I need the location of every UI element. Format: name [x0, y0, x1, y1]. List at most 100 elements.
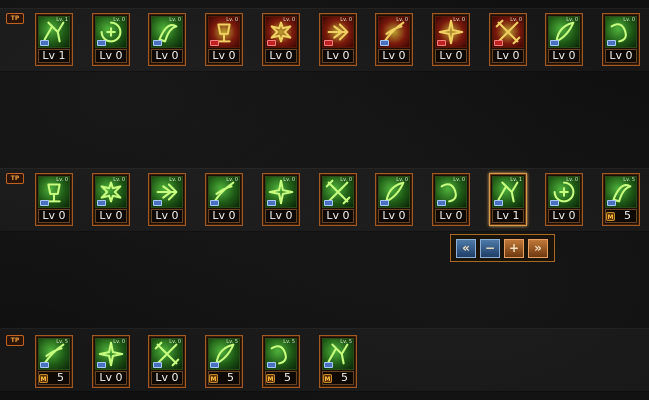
blue-skill-badge-icon	[267, 362, 276, 368]
skill-slot-r2-7[interactable]: Lv. 0 Lv 0	[375, 173, 413, 226]
blue-skill-badge-icon	[607, 200, 616, 206]
skill-level-tag: Lv. 0	[510, 17, 522, 23]
skill-level-label: Lv 0	[95, 371, 127, 385]
skill-slot-r3-5[interactable]: Lv. 55M	[262, 335, 300, 388]
blue-skill-badge-icon	[153, 200, 162, 206]
whirlwind-icon[interactable]: Lv. 0	[208, 176, 240, 208]
skill-level-label: Lv 0	[151, 371, 183, 385]
triple-arrow-icon[interactable]: Lv. 0	[322, 16, 354, 48]
red-skill-badge-icon	[210, 40, 219, 46]
skill-slot-r2-9[interactable]: Lv. 1 Lv 1	[489, 173, 527, 226]
dome-shield-icon[interactable]: Lv. 5	[265, 338, 297, 370]
skill-slot-r2-3[interactable]: Lv. 0 Lv 0	[148, 173, 186, 226]
skill-level-label: Lv 0	[208, 209, 240, 223]
skill-level-tag: Lv. 0	[169, 177, 181, 183]
blue-skill-badge-icon	[267, 200, 276, 206]
spin-kick-icon[interactable]: Lv. 0	[95, 176, 127, 208]
skill-level-label: Lv 0	[322, 49, 354, 63]
skill-slot-r3-2[interactable]: Lv. 0 Lv 0	[92, 335, 130, 388]
skill-slot-r2-5[interactable]: Lv. 0 Lv 0	[262, 173, 300, 226]
uppercut-icon[interactable]: Lv. 0	[95, 338, 127, 370]
blue-skill-badge-icon	[210, 362, 219, 368]
skill-slot-r1-3[interactable]: Lv. 0 Lv 0	[148, 13, 186, 66]
skill-level-tag: Lv. 0	[623, 17, 635, 23]
skill-level-tag: Lv. 0	[56, 177, 68, 183]
red-skill-badge-icon	[324, 40, 333, 46]
skill-slot-r1-10[interactable]: Lv. 0 Lv 0	[545, 13, 583, 66]
skill-slot-r2-6[interactable]: Lv. 0 Lv 0	[319, 173, 357, 226]
shockwave-icon[interactable]: Lv. 0	[151, 338, 183, 370]
skill-slot-r2-10[interactable]: Lv. 0 Lv 0	[545, 173, 583, 226]
skill-level-label: Lv 0	[378, 209, 410, 223]
skill-slot-r3-1[interactable]: Lv. 55M	[35, 335, 73, 388]
cross-slash-icon[interactable]: Lv. 0	[435, 176, 467, 208]
skill-level-label: Lv 0	[435, 209, 467, 223]
blue-skill-badge-icon	[40, 200, 49, 206]
skill-slot-r1-6[interactable]: Lv. 0 Lv 0	[319, 13, 357, 66]
explosion-icon[interactable]: Lv. 0	[435, 16, 467, 48]
skill-level-tag: Lv. 5	[56, 339, 68, 345]
diagonal-slash-icon[interactable]: Lv. 0	[322, 176, 354, 208]
skill-slot-r2-11[interactable]: Lv. 55M	[602, 173, 640, 226]
flame-cup-icon[interactable]: Lv. 0	[208, 16, 240, 48]
skill-slot-r3-3[interactable]: Lv. 0 Lv 0	[148, 335, 186, 388]
skill-level-label: Lv 0	[208, 49, 240, 63]
skill-slot-r2-2[interactable]: Lv. 0 Lv 0	[92, 173, 130, 226]
blue-skill-badge-icon	[40, 362, 49, 368]
skill-slot-r3-6[interactable]: Lv. 55M	[319, 335, 357, 388]
skill-level-tag: Lv. 5	[226, 339, 238, 345]
leaping-figure-icon[interactable]: Lv. 0	[265, 176, 297, 208]
skill-slot-r2-4[interactable]: Lv. 0 Lv 0	[205, 173, 243, 226]
skill-level-tag: Lv. 0	[169, 17, 181, 23]
skill-slot-r3-4[interactable]: Lv. 55M	[205, 335, 243, 388]
blue-skill-badge-icon	[97, 40, 106, 46]
wind-dash-icon[interactable]: Lv. 1	[492, 176, 524, 208]
leaf-blade-icon[interactable]: Lv. 0	[548, 16, 580, 48]
skill-slot-r1-8[interactable]: Lv. 0 Lv 0	[432, 13, 470, 66]
decrease-max-button[interactable]: «	[456, 239, 476, 258]
skill-level-tag: Lv. 1	[56, 17, 68, 23]
skill-level-label: Lv 0	[605, 49, 637, 63]
skill-level-tag: Lv. 0	[396, 17, 408, 23]
mastery-badge-icon: M	[209, 374, 218, 383]
skill-level-tag: Lv. 0	[396, 177, 408, 183]
lunge-figure-icon[interactable]: Lv. 0	[38, 176, 70, 208]
skill-slot-r2-1[interactable]: Lv. 0 Lv 0	[35, 173, 73, 226]
red-skill-badge-icon	[267, 40, 276, 46]
skill-level-tag: Lv. 0	[283, 177, 295, 183]
decrease-button[interactable]: −	[480, 239, 500, 258]
skill-slot-r1-7[interactable]: Lv. 0 Lv 0	[375, 13, 413, 66]
rising-blade-icon[interactable]: Lv. 5	[605, 176, 637, 208]
skill-level-tag: Lv. 0	[169, 339, 181, 345]
skill-slot-r1-2[interactable]: Lv. 0 Lv 0	[92, 13, 130, 66]
aura-burst-icon[interactable]: Lv. 0	[95, 16, 127, 48]
vine-whip-icon[interactable]: Lv. 0	[605, 16, 637, 48]
skull-mask-icon[interactable]: Lv. 0	[151, 176, 183, 208]
light-pillars-icon[interactable]: Lv. 5	[322, 338, 354, 370]
claw-slash-icon[interactable]: Lv. 5	[208, 338, 240, 370]
skill-level-label: Lv 0	[435, 49, 467, 63]
hook-strike-icon[interactable]: Lv. 0	[378, 176, 410, 208]
spiked-sun-icon[interactable]: Lv. 0	[265, 16, 297, 48]
skill-slot-r1-5[interactable]: Lv. 0 Lv 0	[262, 13, 300, 66]
skill-slot-r1-11[interactable]: Lv. 0 Lv 0	[602, 13, 640, 66]
spiked-shield-icon[interactable]: Lv. 0	[548, 176, 580, 208]
slash-wave-icon[interactable]: Lv. 0	[378, 16, 410, 48]
tier-badge-3: TP	[6, 335, 24, 346]
crossed-swords-icon[interactable]: Lv. 0	[492, 16, 524, 48]
skill-slot-r2-8[interactable]: Lv. 0 Lv 0	[432, 173, 470, 226]
increase-button[interactable]: +	[504, 239, 524, 258]
skill-level-tag: Lv. 0	[113, 17, 125, 23]
skill-slot-r1-9[interactable]: Lv. 0 Lv 0	[489, 13, 527, 66]
skill-slot-r1-4[interactable]: Lv. 0 Lv 0	[205, 13, 243, 66]
crescent-blade-icon[interactable]: Lv. 0	[151, 16, 183, 48]
skill-level-label: Lv 0	[548, 49, 580, 63]
swirl-kick-icon[interactable]: Lv. 5	[38, 338, 70, 370]
skill-level-tag: Lv. 0	[113, 339, 125, 345]
blue-skill-badge-icon	[324, 200, 333, 206]
mastery-badge-icon: M	[266, 374, 275, 383]
skill-slot-r1-1[interactable]: Lv. 1 Lv 1	[35, 13, 73, 66]
sprinting-figure-icon[interactable]: Lv. 1	[38, 16, 70, 48]
blue-skill-badge-icon	[153, 362, 162, 368]
increase-max-button[interactable]: »	[528, 239, 548, 258]
